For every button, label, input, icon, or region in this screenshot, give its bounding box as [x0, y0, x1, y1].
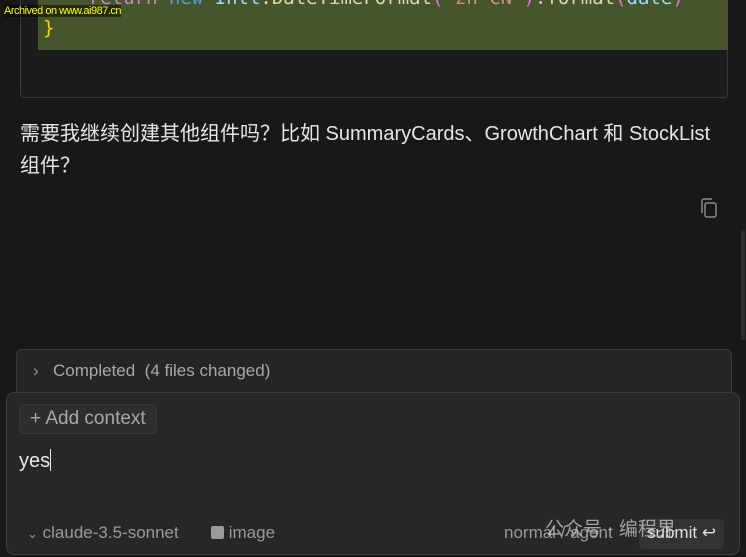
- assistant-message: 需要我继续创建其他组件吗？比如 SummaryCards、GrowthChart…: [20, 123, 711, 177]
- code-text: return new Intl.DateTimeFormat('zh-CN').…: [43, 0, 684, 39]
- scrollbar[interactable]: [741, 230, 745, 340]
- completed-summary[interactable]: › Completed (4 files changed): [16, 349, 732, 393]
- image-icon: [211, 526, 224, 539]
- chevron-down-icon: ⌄: [27, 526, 38, 541]
- archive-watermark: Archived on www.ai987.cn: [4, 5, 122, 17]
- chevron-right-icon: ›: [33, 361, 39, 380]
- message-input[interactable]: yes: [19, 449, 52, 473]
- plus-icon: +: [30, 408, 42, 429]
- add-context-button[interactable]: + Add context: [19, 404, 157, 434]
- code-block: return new Intl.DateTimeFormat('zh-CN').…: [20, 0, 728, 98]
- enter-icon: ↩: [701, 523, 717, 542]
- model-selector[interactable]: ⌄ claude-3.5-sonnet: [27, 523, 179, 543]
- copy-icon[interactable]: [699, 197, 719, 219]
- overlay-watermark: 公众号 · 编程界: [545, 519, 676, 540]
- image-button[interactable]: image: [211, 523, 275, 543]
